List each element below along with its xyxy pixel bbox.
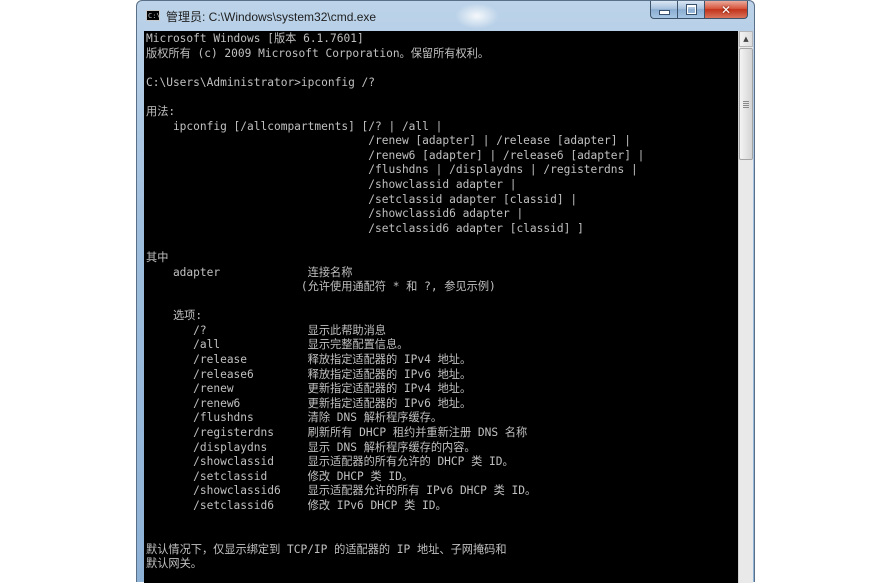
console-line: /renew6 更新指定适配器的 IPv6 地址。: [146, 396, 472, 410]
console-line: adapter 连接名称: [146, 265, 353, 279]
cmd-window: C:\ 管理员: C:\Windows\system32\cmd.exe ✕ M…: [136, 0, 755, 583]
caption-buttons: ✕: [650, 1, 748, 20]
minimize-button[interactable]: [650, 1, 677, 19]
grip-icon: [743, 100, 749, 108]
console-line: /renew6 [adapter] | /release6 [adapter] …: [146, 148, 645, 162]
console-line: 默认情况下，仅显示绑定到 TCP/IP 的适配器的 IP 地址、子网掩码和: [146, 542, 507, 556]
close-icon: ✕: [720, 2, 732, 17]
title-bar[interactable]: C:\ 管理员: C:\Windows\system32\cmd.exe ✕: [137, 1, 754, 31]
console-line: 版权所有 (c) 2009 Microsoft Corporation。保留所有…: [146, 46, 490, 60]
console-line: 用法:: [146, 104, 176, 118]
scroll-up-button[interactable]: ▲: [739, 31, 753, 47]
console-line: /showclassid 显示适配器的所有允许的 DHCP 类 ID。: [146, 455, 514, 469]
maximize-icon: [686, 5, 696, 14]
console-line: /displaydns 显示 DNS 解析程序缓存的内容。: [146, 440, 476, 454]
console-line: Microsoft Windows [版本 6.1.7601]: [146, 32, 364, 45]
cmd-app-icon[interactable]: C:\: [146, 10, 160, 21]
console-line: /showclassid6 显示适配器允许的所有 IPv6 DHCP 类 ID。: [146, 484, 537, 498]
minimize-icon: [658, 10, 670, 15]
console-line: /setclassid6 adapter [classid] ]: [146, 221, 584, 235]
console-line: /flushdns | /displaydns | /registerdns |: [146, 163, 638, 177]
console-line: /showclassid6 adapter |: [146, 207, 524, 221]
console-line: /showclassid adapter |: [146, 177, 517, 191]
arrow-up-icon: ▲: [743, 35, 749, 43]
vertical-scrollbar[interactable]: ▲: [738, 31, 753, 583]
console-line: /all 显示完整配置信息。: [146, 338, 409, 352]
console-line: /release6 释放指定适配器的 IPv6 地址。: [146, 367, 472, 381]
console-line: /flushdns 清除 DNS 解析程序缓存。: [146, 411, 443, 425]
console-line: /? 显示此帮助消息: [146, 323, 386, 337]
console-line: /renew 更新指定适配器的 IPv4 地址。: [146, 382, 472, 396]
console-line: /release 释放指定适配器的 IPv4 地址。: [146, 353, 472, 367]
console-line: 其中: [146, 250, 169, 264]
window-title: 管理员: C:\Windows\system32\cmd.exe: [166, 10, 377, 24]
console-line: /renew [adapter] | /release [adapter] |: [146, 134, 631, 148]
console-area[interactable]: Microsoft Windows [版本 6.1.7601] 版权所有 (c)…: [144, 31, 738, 583]
scroll-thumb[interactable]: [739, 48, 753, 160]
maximize-button[interactable]: [677, 1, 704, 19]
console-line: 默认网关。: [146, 557, 202, 571]
title-glow-decoration: [455, 3, 499, 29]
console-line: /setclassid 修改 DHCP 类 ID。: [146, 469, 414, 483]
console-line: C:\Users\Administrator>ipconfig /?: [146, 75, 376, 89]
console-output: Microsoft Windows [版本 6.1.7601] 版权所有 (c)…: [144, 31, 738, 572]
console-line: (允许使用通配符 * 和 ?, 参见示例): [146, 280, 496, 294]
console-line: /setclassid6 修改 IPv6 DHCP 类 ID。: [146, 499, 447, 512]
console-line: 选项:: [146, 309, 203, 323]
console-line: /registerdns 刷新所有 DHCP 租约并重新注册 DNS 名称: [146, 426, 528, 440]
console-line: ipconfig [/allcompartments] [/? | /all |: [146, 119, 443, 133]
console-line: /setclassid adapter [classid] |: [146, 192, 578, 206]
close-button[interactable]: ✕: [704, 1, 748, 19]
